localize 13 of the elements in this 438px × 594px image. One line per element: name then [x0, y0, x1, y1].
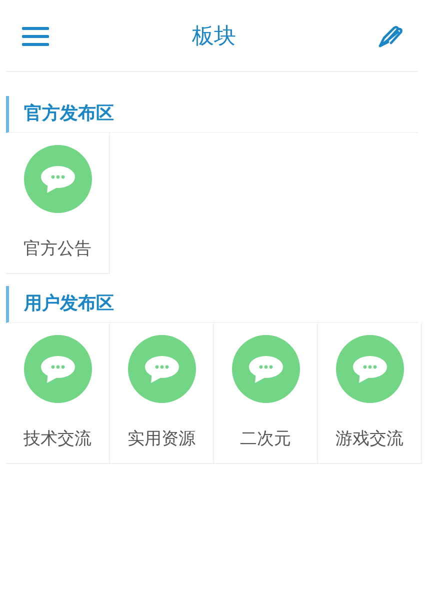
chat-bubble-icon [24, 145, 92, 213]
edit-button[interactable] [378, 24, 404, 48]
chat-bubble-icon [232, 335, 300, 403]
chat-bubble-icon [336, 335, 404, 403]
board-tile[interactable]: 技术交流 [6, 323, 110, 464]
chat-bubble-icon [24, 335, 92, 403]
board-tile[interactable]: 二次元 [214, 323, 318, 464]
page-title: 板块 [192, 22, 236, 50]
chat-bubble-icon [128, 335, 196, 403]
board-tile[interactable]: 官方公告 [6, 133, 110, 274]
board-tile[interactable]: 实用资源 [110, 323, 214, 464]
board-tile[interactable]: 游戏交流 [318, 323, 422, 464]
menu-button[interactable] [22, 24, 50, 46]
